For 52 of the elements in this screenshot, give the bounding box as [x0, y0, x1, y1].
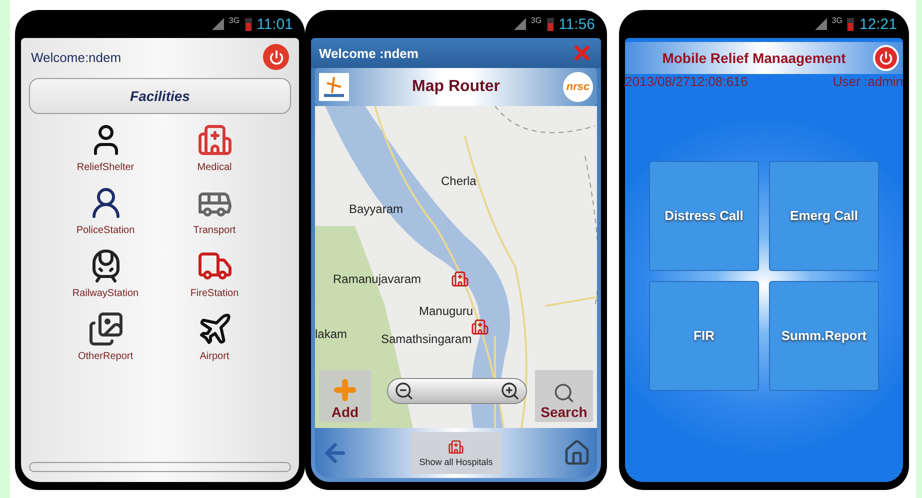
signal-icon: [814, 18, 827, 30]
battery-icon: [847, 17, 854, 31]
add-button[interactable]: Add: [319, 370, 371, 422]
status-time: 11:01: [256, 16, 293, 32]
welcome-text: Welcome:ndem: [31, 50, 122, 64]
status-time: 11:56: [558, 16, 595, 32]
status-time: 12:21: [859, 16, 897, 32]
facility-item[interactable]: ReliefShelter: [51, 122, 160, 173]
facility-item[interactable]: Medical: [160, 122, 269, 173]
power-icon: [268, 50, 284, 64]
home-button[interactable]: [562, 439, 591, 467]
signal-icon: [514, 18, 526, 30]
facility-item[interactable]: PoliceStation: [51, 185, 160, 236]
facility-item[interactable]: Transport: [160, 185, 269, 236]
timestamp-text: 2013/08/2712:08:616: [625, 74, 748, 89]
show-hospitals-button[interactable]: Show all Hospitals: [411, 432, 501, 474]
map-label: Samathsingaram: [381, 332, 472, 346]
power-button[interactable]: [873, 45, 899, 71]
user-text: User :admin: [832, 74, 903, 89]
facility-item[interactable]: FireStation: [160, 248, 269, 299]
zoom-in-button[interactable]: [500, 381, 520, 401]
zoom-out-button[interactable]: [394, 381, 414, 401]
map-label: Manuguru: [419, 304, 474, 318]
facilities-header: Facilities: [29, 78, 291, 114]
hospital-icon: [448, 439, 464, 455]
map-router-title: Map Router: [412, 78, 500, 96]
plus-icon: [331, 376, 359, 404]
hospital-marker-icon: [451, 270, 469, 288]
map-label: Bayyaram: [349, 202, 404, 216]
hospital-marker-icon: [471, 318, 489, 336]
hospital-icon: [196, 122, 232, 158]
search-button[interactable]: Search: [535, 370, 593, 422]
logo-icon: [319, 73, 349, 101]
facility-item[interactable]: Airport: [160, 311, 269, 362]
network-label: 3G: [832, 16, 842, 25]
power-button[interactable]: [263, 44, 289, 70]
battery-icon: [546, 17, 554, 31]
app-title: Mobile Relief Manaagement: [661, 50, 847, 66]
signal-icon: [212, 18, 224, 30]
search-icon: [553, 382, 575, 404]
network-label: 3G: [228, 16, 240, 25]
network-label: 3G: [530, 16, 542, 25]
nrsc-logo: nrsc: [563, 72, 593, 102]
facility-item[interactable]: RailwayStation: [51, 248, 160, 299]
photo-collage-icon: [88, 311, 124, 347]
welcome-text: Welcome :ndem: [319, 46, 418, 60]
map-label: Ramanujavaram: [333, 272, 422, 286]
battery-icon: [244, 17, 252, 31]
facility-item[interactable]: OtherReport: [51, 311, 160, 362]
map-label: lakam: [315, 327, 348, 341]
map-label: Cherla: [441, 174, 476, 188]
power-icon: [879, 51, 893, 65]
